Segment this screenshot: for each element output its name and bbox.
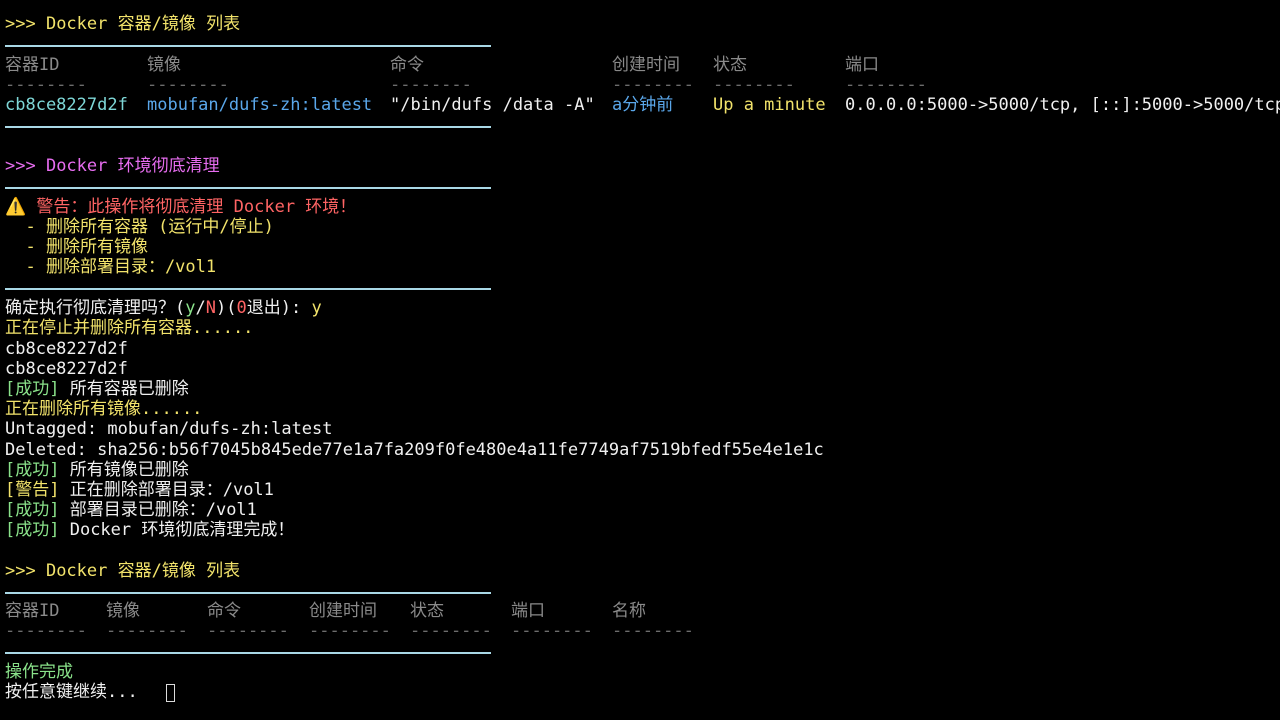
log-line: Deleted: sha256:b56f7045b845ede77e1a7fa2… bbox=[5, 440, 824, 460]
log-line: [成功] 所有镜像已删除 bbox=[5, 460, 189, 480]
option-yes: y bbox=[185, 298, 196, 318]
status-badge-success: [成功] bbox=[5, 520, 60, 540]
divider bbox=[5, 288, 491, 290]
header-container-id: 容器ID bbox=[5, 55, 60, 75]
log-text: 部署目录已删除：/vol1 bbox=[59, 500, 257, 520]
status-badge-success: [成功] bbox=[5, 460, 60, 480]
header-status: 状态 bbox=[410, 601, 444, 621]
header-underline: -------- bbox=[612, 75, 694, 95]
user-answer: y bbox=[311, 298, 322, 318]
header-underline: -------- bbox=[612, 621, 694, 641]
option-exit-label: 退出): bbox=[246, 298, 312, 318]
confirm-prompt: 确定执行彻底清理吗？(y/N)(0退出): y bbox=[5, 298, 322, 318]
header-underline: -------- bbox=[410, 621, 492, 641]
warning-item: - 删除所有容器 (运行中/停止) bbox=[5, 217, 274, 237]
confirm-question: 确定执行彻底清理吗？( bbox=[5, 298, 186, 318]
divider bbox=[5, 592, 491, 594]
log-line: Untagged: mobufan/dufs-zh:latest bbox=[5, 419, 333, 439]
divider bbox=[5, 187, 491, 189]
section-title-cleanup: >>> Docker 环境彻底清理 bbox=[5, 156, 220, 176]
warning-line: ⚠️ 警告：此操作将彻底清理 Docker 环境！ bbox=[5, 197, 356, 217]
header-container-id: 容器ID bbox=[5, 601, 60, 621]
warning-item: - 删除所有镜像 bbox=[5, 237, 148, 257]
log-text: 正在停止并删除所有容器 bbox=[5, 318, 192, 338]
option-separator: / bbox=[195, 298, 206, 318]
log-line: cb8ce8227d2f bbox=[5, 339, 128, 359]
press-any-key-prompt: 按任意键继续... bbox=[5, 682, 138, 702]
operation-complete: 操作完成 bbox=[5, 662, 73, 682]
ports-cell: 0.0.0.0:5000->5000/tcp, [::]:5000->5000/… bbox=[845, 95, 1280, 115]
header-underline: -------- bbox=[5, 621, 87, 641]
section-title-list-1: >>> Docker 容器/镜像 列表 bbox=[5, 14, 240, 34]
option-exit: 0 bbox=[236, 298, 247, 318]
log-ellipsis: ...... bbox=[141, 399, 203, 419]
header-underline: -------- bbox=[845, 75, 927, 95]
header-underline: -------- bbox=[511, 621, 593, 641]
warning-text: 警告：此操作将彻底清理 Docker 环境！ bbox=[36, 197, 357, 217]
section-title-text: Docker 环境彻底清理 bbox=[45, 156, 220, 176]
status-cell: Up a minute bbox=[713, 95, 826, 115]
header-underline: -------- bbox=[713, 75, 795, 95]
header-created: 创建时间 bbox=[309, 601, 377, 621]
header-ports: 端口 bbox=[845, 55, 879, 75]
header-underline: -------- bbox=[106, 621, 188, 641]
option-no: N bbox=[205, 298, 216, 318]
status-badge-warning: [警告] bbox=[5, 480, 60, 500]
section-title-text: Docker 容器/镜像 列表 bbox=[45, 14, 241, 34]
warning-item: - 删除部署目录：/vol1 bbox=[5, 257, 217, 277]
header-underline: -------- bbox=[147, 75, 229, 95]
header-created: 创建时间 bbox=[612, 55, 680, 75]
header-command: 命令 bbox=[390, 55, 424, 75]
header-underline: -------- bbox=[207, 621, 289, 641]
header-name: 名称 bbox=[612, 601, 646, 621]
log-line: [成功] 部署目录已删除：/vol1 bbox=[5, 500, 257, 520]
warning-icon: ⚠️ bbox=[5, 197, 27, 217]
log-text: 所有镜像已删除 bbox=[59, 460, 189, 480]
log-line: [成功] 所有容器已删除 bbox=[5, 379, 189, 399]
status-badge-success: [成功] bbox=[5, 379, 60, 399]
command-cell: "/bin/dufs /data -A" bbox=[390, 95, 595, 115]
container-id-cell: cb8ce8227d2f bbox=[5, 95, 128, 115]
header-underline: -------- bbox=[390, 75, 472, 95]
created-cell: a分钟前 bbox=[612, 95, 674, 115]
divider bbox=[5, 652, 491, 654]
log-text: 正在删除所有镜像 bbox=[5, 399, 141, 419]
prompt-marker: >>> bbox=[5, 14, 46, 34]
header-underline: -------- bbox=[309, 621, 391, 641]
header-status: 状态 bbox=[713, 55, 747, 75]
terminal-window: >>> Docker 容器/镜像 列表 容器ID 镜像 命令 创建时间 状态 端… bbox=[0, 0, 1280, 720]
option-separator: )( bbox=[216, 298, 237, 318]
header-command: 命令 bbox=[207, 601, 241, 621]
log-line: cb8ce8227d2f bbox=[5, 359, 128, 379]
prompt-marker: >>> bbox=[5, 561, 46, 581]
log-text: 所有容器已删除 bbox=[59, 379, 189, 399]
divider bbox=[5, 126, 491, 128]
section-title-list-2: >>> Docker 容器/镜像 列表 bbox=[5, 561, 240, 581]
log-line: [成功] Docker 环境彻底清理完成！ bbox=[5, 520, 294, 540]
image-cell: mobufan/dufs-zh:latest bbox=[147, 95, 373, 115]
prompt-marker: >>> bbox=[5, 156, 46, 176]
log-text: Docker 环境彻底清理完成！ bbox=[59, 520, 295, 540]
section-title-text: Docker 容器/镜像 列表 bbox=[45, 561, 241, 581]
log-line: 正在停止并删除所有容器...... bbox=[5, 318, 253, 338]
header-ports: 端口 bbox=[511, 601, 545, 621]
log-ellipsis: ...... bbox=[192, 318, 254, 338]
log-line: [警告] 正在删除部署目录：/vol1 bbox=[5, 480, 274, 500]
log-line: 正在删除所有镜像...... bbox=[5, 399, 202, 419]
log-text: 正在删除部署目录：/vol1 bbox=[59, 480, 274, 500]
status-badge-success: [成功] bbox=[5, 500, 60, 520]
header-image: 镜像 bbox=[147, 55, 181, 75]
header-underline: -------- bbox=[5, 75, 87, 95]
divider bbox=[5, 45, 491, 47]
header-image: 镜像 bbox=[106, 601, 140, 621]
terminal-cursor[interactable] bbox=[166, 684, 175, 702]
